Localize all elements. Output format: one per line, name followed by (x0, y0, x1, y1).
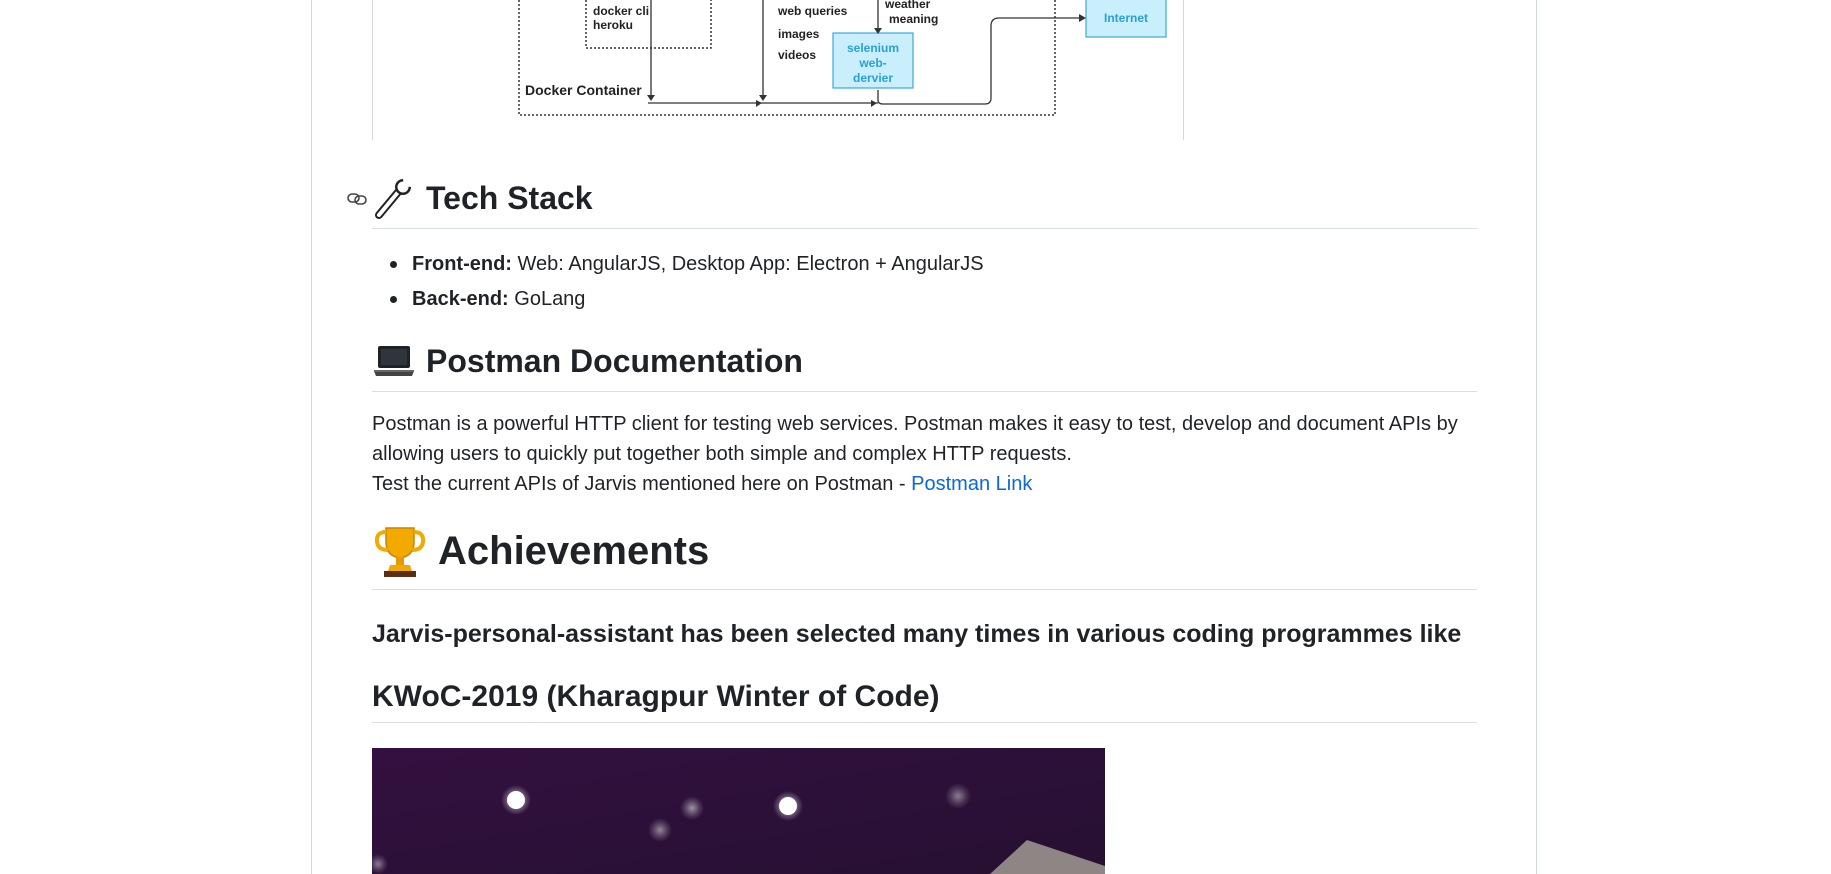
link-icon[interactable] (346, 188, 368, 210)
heading-achievements-text: Achievements (438, 529, 710, 573)
heading-kwoc: KWoC-2019 (Kharagpur Winter of Code) (372, 680, 1477, 723)
trophy-icon (372, 523, 428, 579)
postman-line-3: Test the current APIs of Jarvis mentione… (372, 469, 1477, 499)
diagram-label-videos: videos (778, 48, 816, 62)
diagram-label-docker-container: Docker Container (525, 82, 642, 98)
diagram-label-weather: weather (884, 0, 931, 11)
diagram-label-selenium-2: web- (858, 56, 886, 70)
heading-achievements: Achievements (372, 523, 1477, 590)
list-item-label: Front-end: (412, 253, 512, 275)
list-item-value: Web: AngularJS, Desktop App: Electron + … (511, 253, 984, 275)
list-item-value: GoLang (508, 288, 586, 310)
diagram-label-heroku: heroku (593, 18, 633, 32)
heading-tech-stack: Tech Stack (372, 176, 1477, 229)
list-item: Front-end: Web: AngularJS, Desktop App: … (372, 247, 984, 282)
wrench-icon (372, 176, 416, 220)
postman-paragraph: Postman is a powerful HTTP client for te… (372, 409, 1477, 499)
diagram-label-selenium-3: dervier (853, 71, 893, 85)
postman-line-1: Postman is a powerful HTTP client for te… (372, 413, 1458, 435)
heading-tech-stack-text: Tech Stack (426, 180, 593, 216)
diagram-label-internet: Internet (1104, 11, 1148, 25)
postman-line-3-text: Test the current APIs of Jarvis mentione… (372, 473, 912, 495)
diagram-label-images: images (778, 27, 820, 41)
achievements-subheading: Jarvis-personal-assistant has been selec… (372, 620, 1462, 648)
tech-stack-list: Front-end: Web: AngularJS, Desktop App: … (372, 247, 984, 317)
architecture-diagram-svg: docker cli heroku Docker Container web q… (518, 0, 1167, 116)
laptop-icon (372, 339, 416, 383)
diagram-label-selenium-1: selenium (847, 41, 899, 55)
architecture-diagram: docker cli heroku Docker Container web q… (372, 0, 1184, 140)
postman-line-2: allowing users to quickly put together b… (372, 443, 1072, 465)
heading-postman-text: Postman Documentation (426, 343, 803, 379)
kwoc-banner-image (372, 748, 1105, 874)
list-item: Back-end: GoLang (372, 282, 984, 317)
heading-postman-documentation: Postman Documentation (372, 339, 1477, 392)
diagram-label-web-queries: web queries (777, 4, 848, 18)
diagram-label-docker-cli: docker cli (593, 4, 649, 18)
postman-link[interactable]: Postman Link (911, 473, 1032, 495)
diagram-label-meaning: meaning (889, 12, 938, 26)
list-item-label: Back-end: (412, 288, 509, 310)
